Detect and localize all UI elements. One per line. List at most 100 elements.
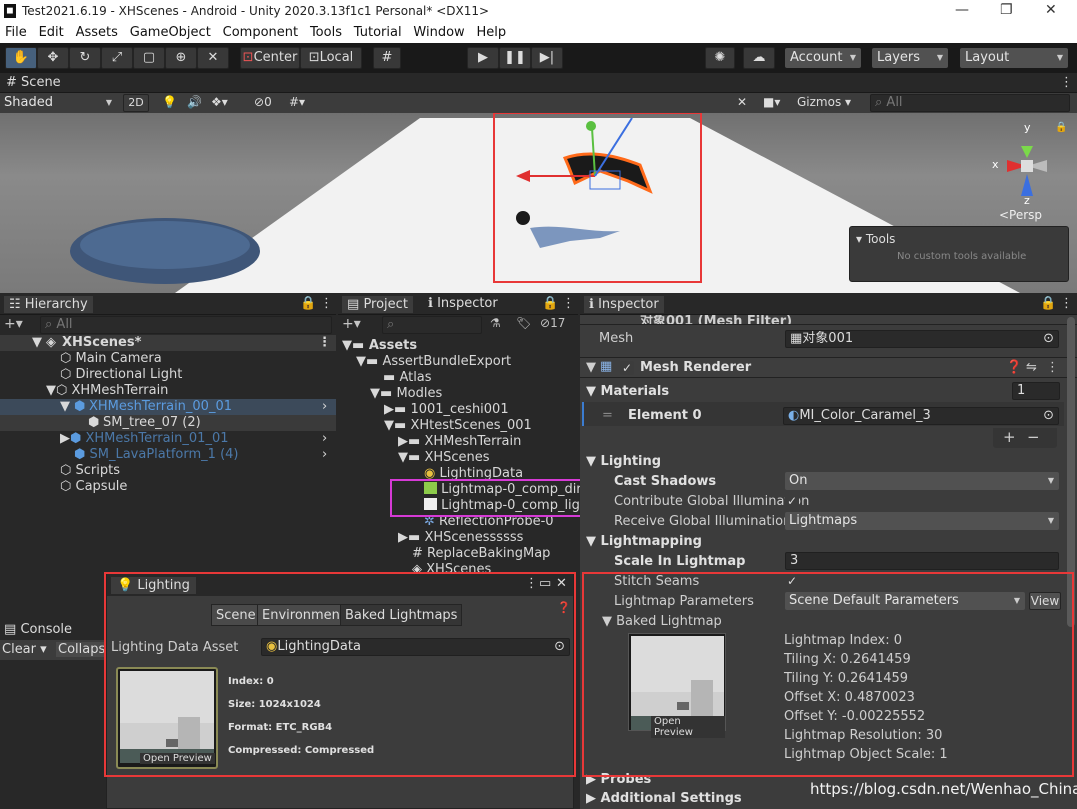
project-item-xhmeshterrain[interactable]: ▶▬ XHMeshTerrain bbox=[398, 434, 521, 449]
project-item-1001-ceshi001[interactable]: ▶▬ 1001_ceshi001 bbox=[384, 402, 509, 417]
additional-settings-header[interactable]: ▶ Additional Settings bbox=[586, 791, 742, 806]
project-item-atlas[interactable]: ▬ Atlas bbox=[383, 370, 432, 385]
mesh-renderer-header[interactable]: ▼ ▦ ✓ Mesh Renderer ❓ ⇋ ⋮ bbox=[580, 357, 1077, 378]
hierarchy-item-capsule[interactable]: ⬡ Capsule bbox=[60, 479, 127, 494]
services-icon[interactable]: ✺ bbox=[705, 47, 735, 69]
project-item-xhscenessssss[interactable]: ▶▬ XHScenessssss bbox=[398, 530, 523, 545]
transform-tool-icon[interactable]: ⊕ bbox=[165, 47, 197, 69]
element0-material-field[interactable]: ◐MI_Color_Caramel_3 ⊙ bbox=[783, 407, 1059, 425]
custom-tool-icon[interactable]: ✕ bbox=[197, 47, 229, 69]
menu-assets[interactable]: Assets bbox=[76, 25, 118, 40]
tools-overlay-icon[interactable]: ✕ bbox=[737, 95, 747, 109]
layers-dropdown[interactable]: Layers bbox=[872, 48, 948, 68]
receive-gi-dropdown[interactable]: Lightmaps bbox=[785, 512, 1059, 530]
scene-tab[interactable]: # Scene bbox=[6, 75, 61, 90]
lighting-section-header[interactable]: ▼ Lighting bbox=[586, 454, 661, 469]
mesh-field[interactable]: ▦对象001 ⊙ bbox=[785, 330, 1059, 348]
menu-tutorial[interactable]: Tutorial bbox=[354, 25, 402, 40]
pivot-local-button[interactable]: ⊡Local bbox=[300, 47, 362, 69]
project-tab[interactable]: ▤ Project bbox=[342, 296, 413, 313]
menu-gameobject[interactable]: GameObject bbox=[130, 25, 211, 40]
inspector-lock-icon[interactable]: 🔒 bbox=[1040, 296, 1056, 311]
orientation-gizmo[interactable]: y x z 🔒 <Persp bbox=[985, 118, 1067, 223]
hidden-packages-icon[interactable]: ⊘17 bbox=[540, 316, 565, 330]
project-item-replacebakingmap[interactable]: # ReplaceBakingMap bbox=[412, 546, 550, 561]
camera-icon[interactable]: ■▾ bbox=[763, 95, 780, 109]
project-inspector-tab[interactable]: ℹ Inspector bbox=[428, 296, 498, 311]
menu-help[interactable]: Help bbox=[477, 25, 507, 40]
shading-mode-dropdown[interactable]: Shaded bbox=[0, 94, 117, 112]
project-item-assets[interactable]: ▼▬ Assets bbox=[342, 338, 417, 353]
lighting-toggle-icon[interactable]: 💡 bbox=[162, 95, 177, 109]
gizmos-dropdown[interactable]: Gizmos ▾ bbox=[797, 95, 851, 109]
mesh-filter-header[interactable]: 对象001 (Mesh Filter) bbox=[580, 315, 1077, 325]
hierarchy-item-main-camera[interactable]: ⬡ Main Camera bbox=[60, 351, 162, 366]
layout-dropdown[interactable]: Layout bbox=[960, 48, 1068, 68]
hierarchy-item-xhmeshterrain-01-01[interactable]: ▶⬢ XHMeshTerrain_01_01 › bbox=[60, 431, 336, 446]
scale-tool-icon[interactable]: ⤢ bbox=[101, 47, 133, 69]
mesh-renderer-enabled-checkbox[interactable]: ✓ bbox=[620, 361, 634, 375]
project-item-xhscenes-folder[interactable]: ▼▬ XHScenes bbox=[398, 450, 490, 465]
lightmapping-section-header[interactable]: ▼ Lightmapping bbox=[586, 534, 702, 549]
menu-file[interactable]: File bbox=[5, 25, 27, 40]
project-item-assertbundleexport[interactable]: ▼▬ AssertBundleExport bbox=[356, 354, 511, 369]
menu-tools[interactable]: Tools bbox=[310, 25, 342, 40]
grid-snap-icon[interactable]: # bbox=[373, 47, 401, 69]
2d-toggle[interactable]: 2D bbox=[123, 94, 149, 112]
scene-viewport[interactable]: y x z 🔒 <Persp ▾ Tools No custom tools a… bbox=[0, 113, 1077, 293]
step-button[interactable]: ▶| bbox=[531, 47, 563, 69]
hierarchy-item-sm-lavaplatform[interactable]: ⬢ SM_LavaPlatform_1 (4) › bbox=[74, 447, 336, 462]
hierarchy-item-xhmeshterrain-00-01[interactable]: ▼ ⬢ XHMeshTerrain_00_01 › bbox=[0, 399, 336, 415]
hierarchy-search-input[interactable]: ⌕ All bbox=[40, 316, 332, 334]
project-search-input[interactable]: ⌕ bbox=[382, 316, 482, 334]
hierarchy-item-sm-tree[interactable]: ⬢ SM_tree_07 (2) bbox=[0, 415, 336, 431]
contribute-gi-checkbox[interactable]: ✓ bbox=[785, 494, 799, 508]
chevron-right-icon[interactable]: › bbox=[322, 447, 327, 462]
help-icon[interactable]: ❓ bbox=[1006, 360, 1022, 375]
materials-size-field[interactable]: 1 bbox=[1012, 382, 1060, 400]
cast-shadows-dropdown[interactable]: On bbox=[785, 472, 1059, 490]
project-item-xhtestscenes-001[interactable]: ▼▬ XHtestScenes_001 bbox=[384, 418, 532, 433]
cloud-icon[interactable]: ☁ bbox=[743, 47, 775, 69]
object-picker-icon[interactable]: ⊙ bbox=[1043, 331, 1054, 347]
hidden-objects-icon[interactable]: ⊘0 bbox=[254, 95, 272, 109]
project-item-modles[interactable]: ▼▬ Modles bbox=[370, 386, 442, 401]
effects-icon[interactable]: ❖▾ bbox=[211, 95, 228, 109]
rect-tool-icon[interactable]: ▢ bbox=[133, 47, 165, 69]
close-button[interactable]: ✕ bbox=[1045, 2, 1057, 18]
hand-tool-icon[interactable]: ✋ bbox=[5, 47, 37, 69]
hierarchy-item-xhmeshterrain[interactable]: ▼⬡ XHMeshTerrain bbox=[46, 383, 168, 398]
menu-window[interactable]: Window bbox=[413, 25, 464, 40]
inspector-menu-icon[interactable]: ⋮ bbox=[1060, 296, 1073, 311]
scale-in-lightmap-field[interactable]: 3 bbox=[785, 552, 1059, 570]
project-lock-icon[interactable]: 🔒 bbox=[542, 296, 558, 311]
list-add-button[interactable]: + bbox=[1003, 428, 1016, 446]
hierarchy-lock-icon[interactable]: 🔒 bbox=[300, 296, 316, 311]
console-tab[interactable]: ▤ Console bbox=[4, 622, 72, 637]
object-picker-icon[interactable]: ⊙ bbox=[1043, 408, 1054, 424]
hierarchy-item-scripts[interactable]: ⬡ Scripts bbox=[60, 463, 120, 478]
audio-toggle-icon[interactable]: 🔊 bbox=[187, 95, 202, 109]
component-menu-icon[interactable]: ⋮ bbox=[1046, 360, 1059, 375]
move-tool-icon[interactable]: ✥ bbox=[37, 47, 69, 69]
materials-label[interactable]: ▼ Materials bbox=[586, 384, 669, 399]
minimize-button[interactable]: — bbox=[955, 2, 969, 18]
play-button[interactable]: ▶ bbox=[467, 47, 499, 69]
hierarchy-tab[interactable]: ☷ Hierarchy bbox=[4, 296, 93, 313]
pause-button[interactable]: ❚❚ bbox=[499, 47, 531, 69]
project-menu-icon[interactable]: ⋮ bbox=[562, 296, 575, 311]
scene-search-input[interactable]: ⌕ All bbox=[870, 94, 1070, 112]
search-by-type-icon[interactable]: ⚗ bbox=[490, 316, 501, 330]
list-remove-button[interactable]: − bbox=[1027, 428, 1040, 446]
grid-visibility-icon[interactable]: #▾ bbox=[289, 95, 305, 109]
rotate-tool-icon[interactable]: ↻ bbox=[69, 47, 101, 69]
chevron-right-icon[interactable]: › bbox=[322, 399, 327, 414]
scene-root-row[interactable]: ▼ ◈ XHScenes* ⋮ bbox=[0, 335, 336, 351]
project-add-button[interactable]: +▾ bbox=[342, 316, 361, 332]
console-clear-button[interactable]: Clear ▾ bbox=[2, 642, 47, 657]
hierarchy-menu-icon[interactable]: ⋮ bbox=[320, 296, 333, 311]
maximize-button[interactable]: ❐ bbox=[1000, 2, 1013, 18]
search-by-label-icon[interactable]: 🏷 bbox=[516, 316, 531, 330]
scene-menu-icon[interactable]: ⋮ bbox=[1060, 75, 1073, 90]
preset-icon[interactable]: ⇋ bbox=[1026, 360, 1037, 375]
